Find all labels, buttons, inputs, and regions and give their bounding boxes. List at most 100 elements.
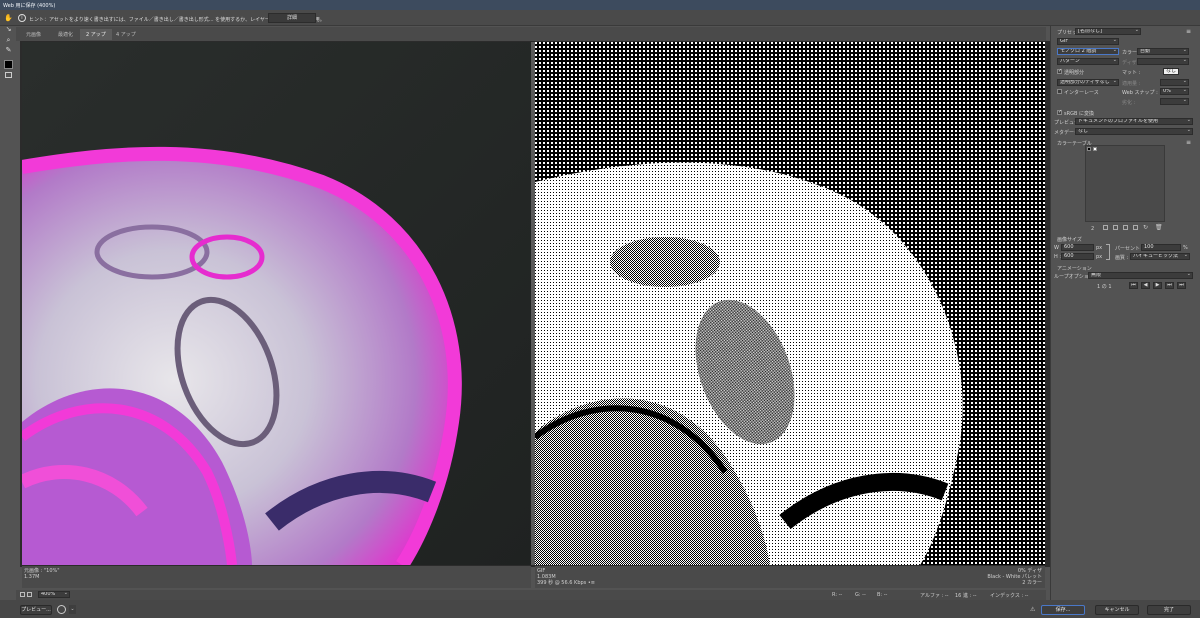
toggle-slices-icon[interactable] <box>5 72 12 78</box>
frame-counter: 1 の 1 <box>1097 284 1112 290</box>
interlace-checkbox[interactable] <box>1057 89 1062 94</box>
readout-g: G: -- <box>855 592 866 598</box>
matte-label: マット : <box>1122 70 1141 76</box>
websnap-label: Web スナップ : <box>1122 90 1158 96</box>
readout-b: B: -- <box>877 592 888 598</box>
constrain-link-icon[interactable] <box>1106 244 1110 260</box>
download-time: 399 秒 @ 56.6 Kbps •≡ <box>537 580 1045 586</box>
metadata-select[interactable]: なし <box>1075 128 1193 135</box>
warning-icon: ⚠ <box>1030 606 1036 613</box>
browser-preview-icon[interactable] <box>57 605 66 614</box>
dither-amount-field[interactable] <box>1137 58 1189 65</box>
window-title-bar: Web 用に保存 (400%) <box>0 0 1200 10</box>
tab-4-up[interactable]: 4 アップ <box>110 29 142 40</box>
readout-hex: 16 進 : -- <box>955 593 977 599</box>
color-table-count: 2 <box>1091 226 1095 232</box>
cancel-button[interactable]: キャンセル <box>1095 605 1139 615</box>
preview-profile-select[interactable]: ドキュメントのプロファイルを使用 <box>1075 118 1193 125</box>
lock-color-icon[interactable] <box>1123 225 1128 230</box>
color-table-menu-icon[interactable]: ≡ <box>1186 139 1191 146</box>
add-color-icon[interactable] <box>1133 225 1138 230</box>
web-shift-icon[interactable] <box>1113 225 1118 230</box>
srgb-checkbox[interactable] <box>1057 109 1062 115</box>
readout-index: インデックス : -- <box>990 593 1029 599</box>
eyedropper-color-swatch[interactable] <box>4 60 13 69</box>
optimized-image <box>535 42 1045 565</box>
lossy-label: 劣化 : <box>1122 100 1136 106</box>
next-frame-icon[interactable]: ⏭ <box>1165 282 1174 289</box>
srgb-label: sRGB に変換 <box>1064 111 1094 117</box>
readout-r: R: -- <box>832 592 843 598</box>
trash-icon[interactable]: 🗑 <box>1155 224 1163 231</box>
tab-optimized[interactable]: 最適化 <box>52 29 79 40</box>
optimized-info: GIF 1.083M 399 秒 @ 56.6 Kbps •≡ 0% ディザ B… <box>535 566 1045 588</box>
colors-select[interactable]: 自動 <box>1137 48 1189 55</box>
transparency-label: 透明部分 <box>1064 70 1085 76</box>
zoom-level-select[interactable]: 400% <box>38 591 70 598</box>
slice-select-icon[interactable]: ↘ <box>4 25 13 33</box>
original-image-pane[interactable] <box>22 42 531 565</box>
percent-field[interactable]: 100 <box>1141 244 1181 251</box>
percent-label: パーセント : <box>1115 246 1144 252</box>
amount-field[interactable] <box>1160 79 1189 86</box>
zoom-out-icon[interactable] <box>20 592 25 597</box>
zoom-in-icon[interactable] <box>27 592 32 597</box>
original-image <box>22 146 462 565</box>
hand-icon[interactable]: ✋ <box>4 14 13 22</box>
view-tab-bar <box>16 27 1046 41</box>
matte-color-field[interactable]: なし <box>1163 68 1179 75</box>
eyedropper-icon[interactable]: ✎ <box>4 46 13 54</box>
height-field[interactable]: 600 <box>1061 253 1094 260</box>
reduction-select[interactable]: モノクロ 2 階調 <box>1057 48 1119 55</box>
lossy-field[interactable] <box>1160 98 1189 105</box>
preset-select[interactable]: [名前なし] <box>1075 28 1141 35</box>
transparency-dither-select[interactable]: 透明部分のディザなし <box>1057 79 1119 86</box>
first-frame-icon[interactable]: ⏮ <box>1129 282 1138 289</box>
percent-unit: % <box>1183 245 1188 251</box>
play-icon[interactable]: ▶ <box>1153 282 1162 289</box>
tab-2-up[interactable]: 2 アップ <box>80 29 112 40</box>
optimized-image-pane[interactable] <box>535 42 1045 565</box>
download-time-text: 399 秒 @ 56.6 Kbps <box>537 580 587 586</box>
status-bar <box>16 590 1046 600</box>
quality-label: 画質 : <box>1115 255 1129 261</box>
transparency-checkbox[interactable] <box>1057 68 1062 74</box>
color-swatch-black[interactable] <box>1087 147 1091 151</box>
loop-options-select[interactable]: 無限 <box>1088 272 1193 279</box>
quality-select[interactable]: バイキュービック法 <box>1130 253 1190 260</box>
panel-menu-icon[interactable]: ≡ <box>1186 28 1191 35</box>
width-field[interactable]: 600 <box>1061 244 1094 251</box>
previous-frame-icon[interactable]: ◀ <box>1141 282 1150 289</box>
window-title: Web 用に保存 (400%) <box>3 3 56 9</box>
info-icon: i <box>18 14 26 22</box>
original-size: 1.37M <box>24 574 40 580</box>
width-unit: px <box>1096 245 1103 251</box>
dither-method-select[interactable]: パターン <box>1057 58 1119 65</box>
color-table <box>1085 145 1165 222</box>
refresh-icon[interactable]: ↻ <box>1143 224 1148 231</box>
tab-original[interactable]: 元画像 <box>20 29 47 40</box>
color-count: 2 カラー <box>1022 580 1042 586</box>
image-size-label: 画像サイズ <box>1057 237 1082 243</box>
amount-label: 適用量 : <box>1122 81 1141 87</box>
download-menu-icon[interactable]: •≡ <box>588 580 595 586</box>
original-info: 元画像 : "10%" 1.37M <box>22 566 531 588</box>
preview-button[interactable]: プレビュー... <box>20 605 52 615</box>
height-unit: px <box>1096 254 1103 260</box>
done-button[interactable]: 完了 <box>1147 605 1191 615</box>
websnap-field[interactable]: 0% <box>1160 88 1189 95</box>
last-frame-icon[interactable]: ⏭ <box>1177 282 1186 289</box>
save-button[interactable]: 保存... <box>1041 605 1085 615</box>
chevron-down-icon[interactable]: ⌄ <box>69 605 76 614</box>
tool-strip: ✋ ↘ ⌕ ✎ <box>0 12 16 90</box>
animation-label: アニメーション <box>1057 266 1092 272</box>
zoom-icon[interactable]: ⌕ <box>4 36 13 44</box>
map-color-icon[interactable] <box>1103 225 1108 230</box>
bottom-bar <box>0 600 1200 618</box>
more-info-button[interactable]: 詳細 <box>268 13 316 23</box>
color-swatch-white[interactable] <box>1093 147 1097 151</box>
file-format-select[interactable]: GIF <box>1057 38 1119 45</box>
height-label: H : <box>1054 254 1062 260</box>
interlace-label: インターレース <box>1064 90 1099 96</box>
readout-alpha: アルファ : -- <box>920 593 949 599</box>
